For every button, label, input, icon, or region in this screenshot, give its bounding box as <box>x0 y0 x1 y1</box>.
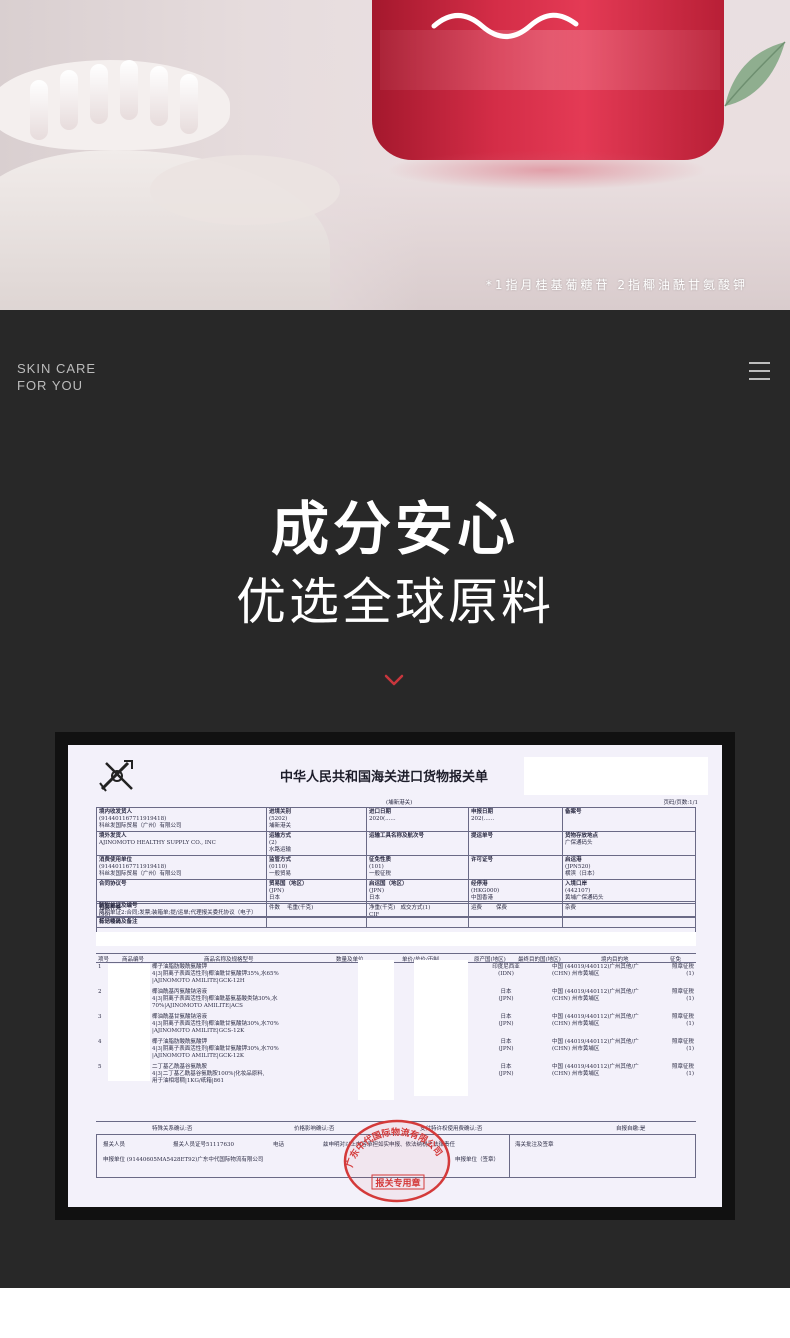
menu-icon[interactable] <box>749 362 770 380</box>
section-subheadline: 优选全球原料 <box>236 573 554 631</box>
entry-port-cell: 进境关别 (5202) 埔新港关 <box>266 807 367 832</box>
customs-broker-seal: 广东中代国际物流有限公司 报关专用章 <box>344 1119 451 1203</box>
redaction-block <box>524 757 708 795</box>
depart-port-cell: 启运港 (JPN520) 横滨（日本） <box>562 855 696 880</box>
redaction-block <box>108 964 150 1081</box>
customs-emblem-icon <box>99 760 133 792</box>
declaration-title: 中华人民共和国海关进口货物报关单 <box>280 770 489 785</box>
customs-declaration-document: 中华人民共和国海关进口货物报关单 (埔新港关) 页码/页数:1/1 境内收发货人… <box>68 745 722 1207</box>
brand-tagline: SKIN CARE FOR YOU <box>17 360 96 394</box>
page-number: 页码/页数:1/1 <box>663 800 698 806</box>
goods-item: 2 椰油酰基丙氨酸钠溶液 4|3|阴离子表面活性剂|椰油酰基氨基酸类钠30%,水 7… <box>98 989 694 1009</box>
vessel-cell: 运输工具名称及航次号 <box>366 831 469 856</box>
seal-purpose-text: 报关专用章 <box>375 1177 420 1189</box>
ingredient-footnote: *1指月桂基葡糖苷 2指椰油酰甘氨酸钾 <box>485 278 748 292</box>
port-note: (埔新港关) <box>386 800 413 806</box>
customs-declaration-photo: 中华人民共和国海关进口货物报关单 (埔新港关) 页码/页数:1/1 境内收发货人… <box>55 732 735 1220</box>
goods-item: 3 椰油酰基甘氨酸钠溶液 4|3|阴离子表面活性剂|椰油酰甘氨酸钠30%,水70%… <box>98 1014 694 1034</box>
consumer-cell: 消费使用单位 (914401167711919418) 科丝发国际贸易（广州）有限公… <box>96 855 267 880</box>
goods-item: 1 椰子油脂肪酸酰氨酸钾 4|3|阴离子表面活性剂|椰油酰甘氨酸钾35%,水65%… <box>98 964 694 984</box>
consignee-cell: 境内收发货人 (914401167711919418) 科丝发国际贸易（广州）有限公… <box>96 807 267 832</box>
overseas-shipper-cell: 境外发货人 AJINOMOTO HEALTHY SUPPLY CO., INC <box>96 831 267 856</box>
product-hero-image: *1指月桂基葡糖苷 2指椰油酰甘氨酸钾 <box>0 0 790 310</box>
redaction-block <box>358 960 394 1100</box>
brand-line-1: SKIN CARE <box>17 361 97 376</box>
attached-docs-row: 随附单证及编号 随附单证2:合同;发票;装箱单;提/运单;代理报关委托协议（电子… <box>96 901 696 917</box>
brand-line-2: FOR YOU <box>17 378 83 393</box>
chevron-down-icon <box>384 674 404 686</box>
goods-item: 5 二丁基乙酰基谷氨酰胺 4|3|二丁基乙酰基谷氨酰胺100%|化妆品原料, 用于油… <box>98 1064 694 1084</box>
goods-item: 4 椰子油脂肪酸酰氨酸钾 4|3|阴离子表面活性剂|椰油酰甘氨酸钾30%,水70%… <box>98 1039 694 1059</box>
bottle-wave-logo <box>431 12 579 39</box>
goods-table-header: 项号 商品编号 商品名称及规格型号 数量及单位 单价/总价/币制 原产国(地区)… <box>96 953 696 963</box>
bl-cell: 提运单号 <box>468 831 563 856</box>
origin-country-cell: 启运国（地区） (JPN) 日本 <box>366 879 469 904</box>
record-cell: 备案号 <box>562 807 696 832</box>
contract-cell: 合同协议号 <box>96 879 267 904</box>
trade-country-cell: 贸易国（地区） (JPN) 日本 <box>266 879 367 904</box>
transport-cell: 运输方式 (2) 水路运输 <box>266 831 367 856</box>
scalp-brush <box>0 60 230 150</box>
ingredient-section: SKIN CARE FOR YOU 成分安心 优选全球原料 中华人民共和国海关进… <box>0 310 790 1288</box>
redaction-block <box>96 932 696 946</box>
tax-cell: 征免性质 (101) 一般征税 <box>366 855 469 880</box>
import-date-cell: 进口日期 2020(...... <box>366 807 469 832</box>
leaf-decoration <box>724 41 786 107</box>
supervision-cell: 监管方式 (0110) 一般贸易 <box>266 855 367 880</box>
transit-port-cell: 经停港 (HKG000) 中国香港 <box>468 879 563 904</box>
redaction-block <box>414 960 468 1096</box>
goods-location-cell: 货物存放地点 广保通码头 <box>562 831 696 856</box>
entry-place-cell: 入境口岸 (442107) 黄埔广保通码头 <box>562 879 696 904</box>
declare-date-cell: 申报日期 202(...... <box>468 807 563 832</box>
license-cell: 许可证号 <box>468 855 563 880</box>
section-headline: 成分安心 <box>270 495 519 563</box>
